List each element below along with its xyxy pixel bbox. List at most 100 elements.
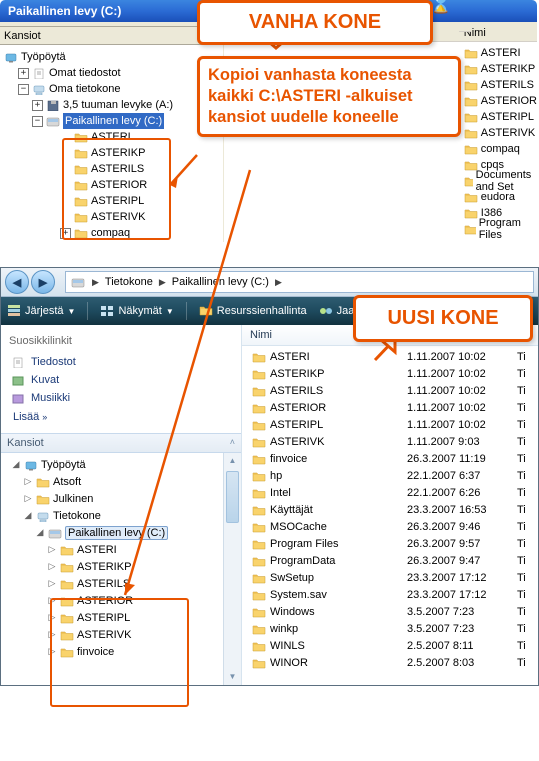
expand-icon[interactable]: ▷: [23, 493, 33, 504]
fav-music[interactable]: Musiikki: [7, 389, 235, 407]
annotation-label: UUSI KONE: [387, 307, 498, 329]
vtree-folder[interactable]: ▷finvoice: [7, 643, 241, 660]
collapse-icon[interactable]: ◢: [23, 510, 33, 521]
fav-pics[interactable]: Kuvat: [7, 371, 235, 389]
tree-row-floppy[interactable]: + 3,5 tuuman levyke (A:): [4, 97, 223, 113]
expand-icon[interactable]: ▷: [47, 578, 57, 589]
list-item[interactable]: ASTERIOR: [460, 93, 537, 109]
vtree-folder[interactable]: ▷ASTERIPL: [7, 609, 241, 626]
explorer-button[interactable]: Resurssienhallinta: [199, 304, 307, 318]
list-item[interactable]: Windows3.5.2007 7:23Ti: [242, 603, 538, 620]
list-item[interactable]: ProgramData26.3.2007 9:47Ti: [242, 552, 538, 569]
tree-row-folder[interactable]: ASTERILS: [4, 161, 223, 177]
vtree-desktop[interactable]: ◢ Työpöytä: [7, 456, 241, 473]
folder-icon: [252, 606, 266, 618]
tree-row-folder[interactable]: ASTERIKP: [4, 145, 223, 161]
tree-row-folder[interactable]: ASTERIPL: [4, 193, 223, 209]
expand-icon[interactable]: +: [60, 228, 71, 239]
expand-icon[interactable]: +: [18, 68, 29, 79]
list-item[interactable]: ASTERIKP1.11.2007 10:02Ti: [242, 365, 538, 382]
back-button[interactable]: ◀: [5, 270, 29, 294]
crumb-computer[interactable]: Tietokone: [103, 272, 155, 292]
disk-icon: [71, 276, 85, 288]
list-item[interactable]: Program Files26.3.2007 9:57Ti: [242, 535, 538, 552]
list-item[interactable]: ASTERI1.11.2007 10:02Ti: [242, 348, 538, 365]
expand-icon[interactable]: ▷: [47, 629, 57, 640]
item-date: 26.3.2007 9:47: [407, 555, 517, 567]
organize-button[interactable]: Järjestä ▼: [7, 304, 75, 318]
list-item[interactable]: MSOCache26.3.2007 9:46Ti: [242, 518, 538, 535]
expand-icon[interactable]: ▷: [47, 544, 57, 555]
views-button[interactable]: Näkymät ▼: [100, 304, 173, 318]
list-item[interactable]: SwSetup23.3.2007 17:12Ti: [242, 569, 538, 586]
tree-row-folder[interactable]: +compaq: [4, 225, 223, 241]
list-item[interactable]: ASTERIVK1.11.2007 9:03Ti: [242, 433, 538, 450]
vtree-folder[interactable]: ▷ASTERIKP: [7, 558, 241, 575]
item-name: MSOCache: [270, 521, 327, 533]
chevron-right-icon[interactable]: ▶: [155, 277, 170, 288]
collapse-icon[interactable]: ◢: [35, 527, 45, 538]
scroll-up-icon[interactable]: ▲: [224, 453, 241, 469]
vista-tree-header[interactable]: Kansiot ˄: [1, 433, 241, 453]
list-item[interactable]: System.sav23.3.2007 17:12Ti: [242, 586, 538, 603]
vtree-atsoft[interactable]: ▷ Atsoft: [7, 473, 241, 490]
expand-icon[interactable]: ▷: [47, 612, 57, 623]
list-item[interactable]: hp22.1.2007 6:37Ti: [242, 467, 538, 484]
tree-row-folder[interactable]: ASTERIVK: [4, 209, 223, 225]
breadcrumb[interactable]: ▶ Tietokone ▶ Paikallinen levy (C:) ▶: [65, 271, 534, 293]
list-item[interactable]: ASTERILS: [460, 77, 537, 93]
tree-row-disk[interactable]: − Paikallinen levy (C:): [4, 113, 223, 129]
chevron-right-icon[interactable]: ▶: [88, 277, 103, 288]
list-item[interactable]: Documents and Set: [460, 173, 537, 189]
collapse-icon[interactable]: −: [18, 84, 29, 95]
fav-docs[interactable]: Tiedostot: [7, 353, 235, 371]
list-item[interactable]: compaq: [460, 141, 537, 157]
tree-row-folder[interactable]: ASTERIOR: [4, 177, 223, 193]
tree-row-docs[interactable]: + Omat tiedostot: [4, 65, 223, 81]
vtree-computer[interactable]: ◢ Tietokone: [7, 507, 241, 524]
folder-icon: [464, 95, 478, 107]
expand-icon[interactable]: ▷: [47, 595, 57, 606]
vtree-folder[interactable]: ▷ASTERIVK: [7, 626, 241, 643]
vtree-folder[interactable]: ▷ASTERI: [7, 541, 241, 558]
tree-row-computer[interactable]: − Oma tietokone: [4, 81, 223, 97]
scrollbar[interactable]: ▲ ▼: [223, 453, 241, 685]
vtree-folder[interactable]: ▷ASTERILS: [7, 575, 241, 592]
computer-icon: [36, 510, 50, 522]
list-item[interactable]: ASTERIPL: [460, 109, 537, 125]
crumb-disk[interactable]: Paikallinen levy (C:): [170, 272, 271, 292]
forward-button[interactable]: ▶: [31, 270, 55, 294]
list-item[interactable]: ASTERIVK: [460, 125, 537, 141]
expand-icon[interactable]: ▷: [47, 646, 57, 657]
vtree-disk[interactable]: ◢ Paikallinen levy (C:): [7, 524, 241, 541]
fav-more[interactable]: Lisää »: [7, 407, 235, 433]
list-item[interactable]: ASTERIKP: [460, 61, 537, 77]
chevron-right-icon[interactable]: ▶: [271, 277, 286, 288]
vtree-public[interactable]: ▷ Julkinen: [7, 490, 241, 507]
list-item[interactable]: finvoice26.3.2007 11:19Ti: [242, 450, 538, 467]
list-item[interactable]: WINOR2.5.2007 8:03Ti: [242, 654, 538, 671]
vtree-folder[interactable]: ▷ASTERIOR: [7, 592, 241, 609]
expand-icon[interactable]: ▷: [47, 561, 57, 572]
list-item[interactable]: WINLS2.5.2007 8:11Ti: [242, 637, 538, 654]
list-item[interactable]: Intel22.1.2007 6:26Ti: [242, 484, 538, 501]
share-button[interactable]: Jaa: [319, 304, 355, 318]
folder-icon: [464, 223, 476, 235]
xp-col-header[interactable]: [459, 27, 471, 32]
list-item[interactable]: Käyttäjät23.3.2007 16:53Ti: [242, 501, 538, 518]
collapse-icon[interactable]: ◢: [11, 459, 21, 470]
expand-icon[interactable]: ▷: [23, 476, 33, 487]
list-item[interactable]: ASTERIPL1.11.2007 10:02Ti: [242, 416, 538, 433]
list-item[interactable]: ASTERI: [460, 45, 537, 61]
scroll-down-icon[interactable]: ▼: [224, 669, 241, 685]
expand-icon[interactable]: +: [32, 100, 43, 111]
collapse-icon[interactable]: −: [32, 116, 43, 127]
list-item[interactable]: winkp3.5.2007 7:23Ti: [242, 620, 538, 637]
scroll-thumb[interactable]: [226, 471, 239, 523]
vista-favorites: Suosikkilinkit Tiedostot Kuvat Musiikki …: [1, 325, 241, 433]
list-item[interactable]: ASTERILS1.11.2007 10:02Ti: [242, 382, 538, 399]
tree-row-folder[interactable]: ASTERI: [4, 129, 223, 145]
tree-row-desktop[interactable]: Työpöytä: [4, 49, 223, 65]
list-item[interactable]: Program Files: [460, 221, 537, 237]
list-item[interactable]: ASTERIOR1.11.2007 10:02Ti: [242, 399, 538, 416]
